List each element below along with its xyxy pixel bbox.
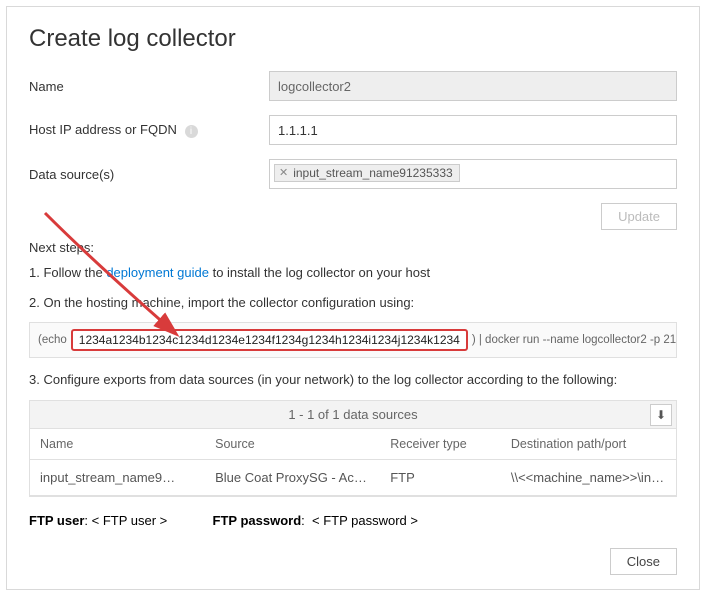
table-summary: 1 - 1 of 1 data sources bbox=[288, 407, 417, 422]
col-name[interactable]: Name bbox=[30, 429, 205, 460]
col-dest[interactable]: Destination path/port bbox=[501, 429, 676, 460]
host-label: Host IP address or FQDN i bbox=[29, 122, 269, 137]
name-row: Name bbox=[29, 71, 677, 101]
cell-dest: \\<<machine_name>>\input_stre… bbox=[501, 459, 676, 495]
data-source-tag[interactable]: ✕ input_stream_name91235333 bbox=[274, 164, 460, 182]
create-log-collector-dialog: Create log collector Name Host IP addres… bbox=[6, 6, 700, 590]
ftp-credentials: FTP user: < FTP user > FTP password: < F… bbox=[29, 507, 677, 532]
download-button[interactable]: ⬇ bbox=[650, 404, 672, 426]
step-2: 2. On the hosting machine, import the co… bbox=[29, 293, 677, 313]
table-header-row: Name Source Receiver type Destination pa… bbox=[30, 429, 676, 460]
data-sources-table: 1 - 1 of 1 data sources ⬇ Name Source Re… bbox=[29, 400, 677, 497]
table-row[interactable]: input_stream_name9… Blue Coat ProxySG - … bbox=[30, 459, 676, 495]
deployment-guide-link[interactable]: deployment guide bbox=[106, 265, 209, 280]
dialog-title: Create log collector bbox=[29, 25, 677, 53]
cell-source: Blue Coat ProxySG - Access l… bbox=[205, 459, 380, 495]
info-icon[interactable]: i bbox=[185, 125, 198, 138]
table-summary-bar: 1 - 1 of 1 data sources ⬇ bbox=[30, 401, 676, 429]
host-row: Host IP address or FQDN i bbox=[29, 115, 677, 145]
tag-label: input_stream_name91235333 bbox=[293, 166, 452, 180]
col-source[interactable]: Source bbox=[205, 429, 380, 460]
next-steps-heading: Next steps: bbox=[29, 240, 677, 255]
cell-receiver: FTP bbox=[380, 459, 501, 495]
remove-tag-icon[interactable]: ✕ bbox=[279, 166, 288, 179]
host-input[interactable] bbox=[269, 115, 677, 145]
download-icon: ⬇ bbox=[656, 408, 666, 422]
col-receiver[interactable]: Receiver type bbox=[380, 429, 501, 460]
step-1: 1. Follow the deployment guide to instal… bbox=[29, 263, 677, 283]
close-button[interactable]: Close bbox=[610, 548, 677, 575]
data-sources-label: Data source(s) bbox=[29, 167, 269, 182]
step-3: 3. Configure exports from data sources (… bbox=[29, 370, 677, 390]
name-input[interactable] bbox=[269, 71, 677, 101]
command-post: ) | docker run --name logcollector2 -p 2… bbox=[472, 334, 677, 346]
data-sources-row: Data source(s) ✕ input_stream_name912353… bbox=[29, 159, 677, 189]
command-pre: (echo bbox=[38, 334, 67, 346]
command-token: 1234a1234b1234c1234d1234e1234f1234g1234h… bbox=[71, 329, 468, 351]
name-label: Name bbox=[29, 79, 269, 94]
cell-name: input_stream_name9… bbox=[30, 459, 205, 495]
command-box[interactable]: (echo 1234a1234b1234c1234d1234e1234f1234… bbox=[29, 322, 677, 358]
update-button[interactable]: Update bbox=[601, 203, 677, 230]
data-sources-input[interactable]: ✕ input_stream_name91235333 bbox=[269, 159, 677, 189]
